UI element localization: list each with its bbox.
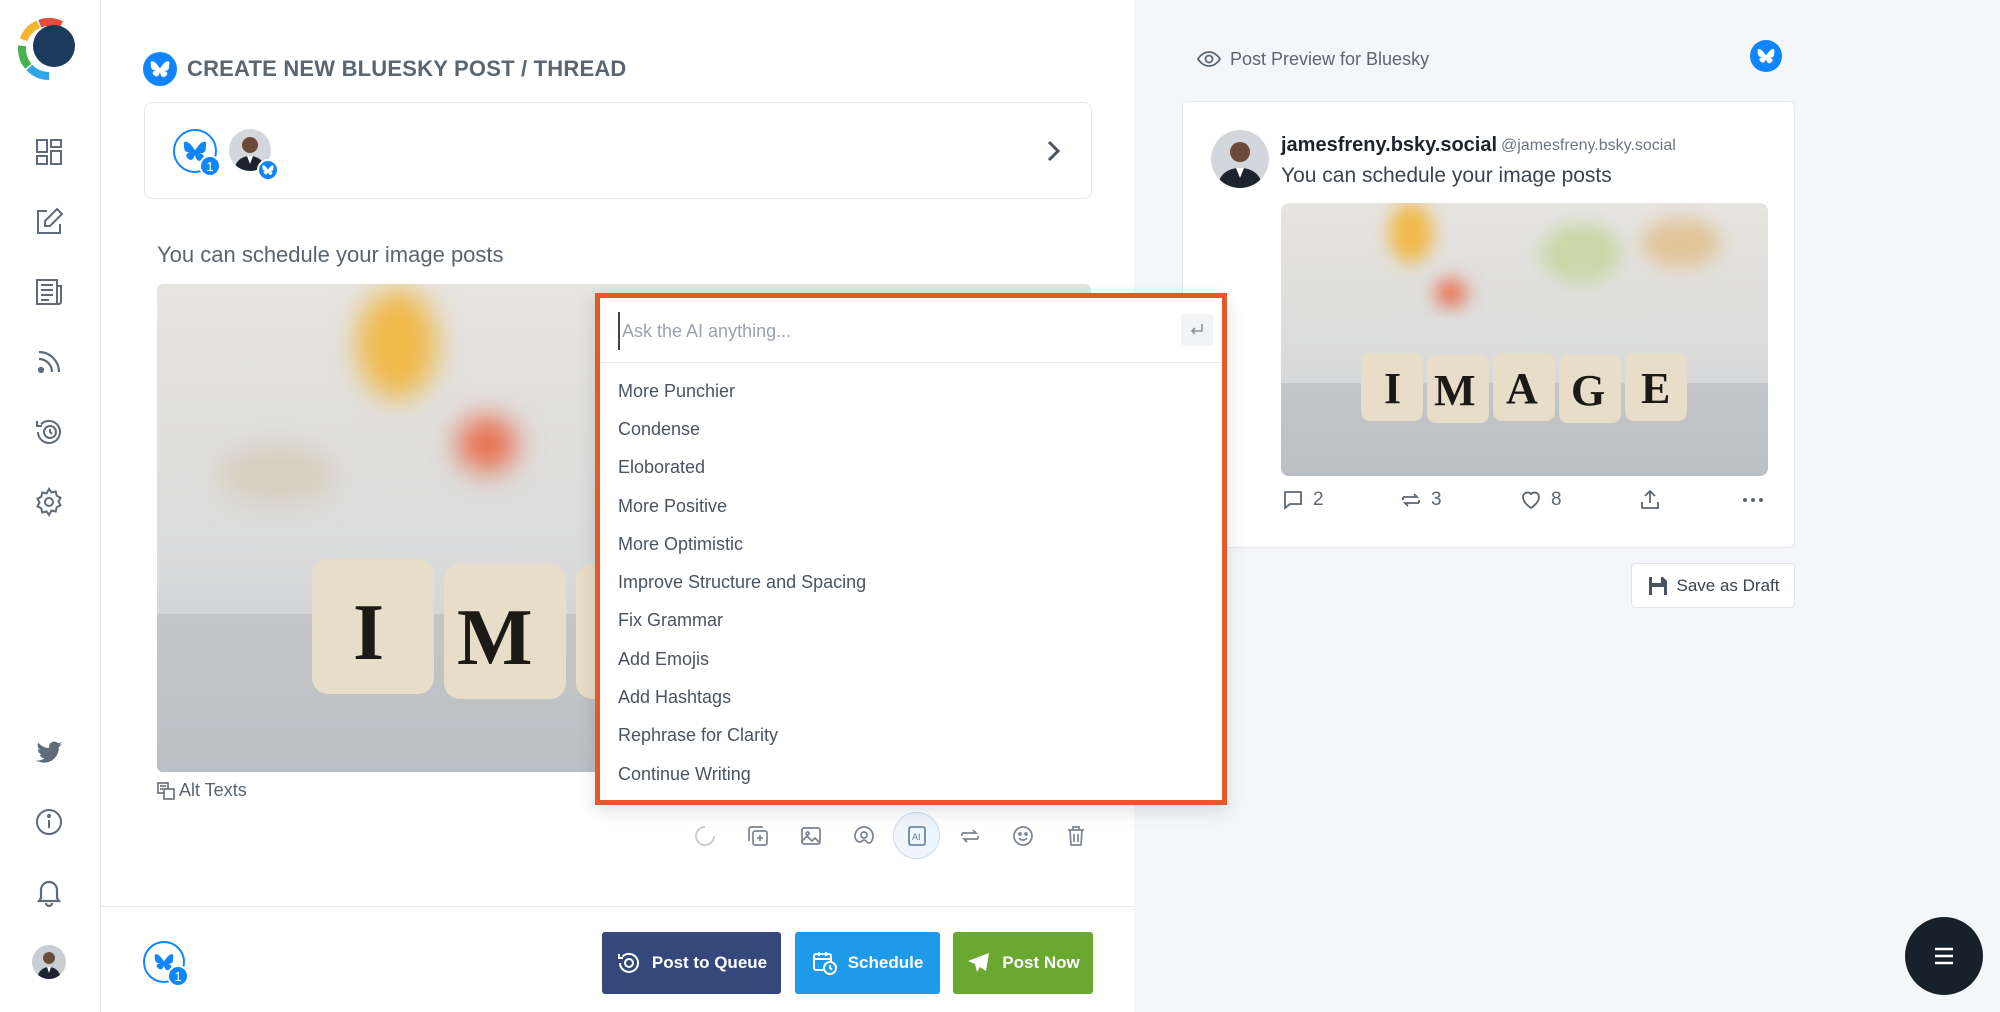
account-count-badge: 1 [199,155,221,177]
post-to-queue-label: Post to Queue [651,953,768,972]
trash-icon[interactable] [1052,812,1099,859]
twitter-icon[interactable] [30,733,68,771]
send-icon [968,953,990,972]
action-footer: 1 Post to Queue Schedule Post Now [101,906,1134,1012]
user-avatar[interactable] [32,945,66,979]
ai-option[interactable]: Eloborated [600,449,1222,487]
repost-icon [1402,493,1420,507]
info-icon[interactable] [30,803,68,841]
ai-input-row [600,298,1222,363]
ai-option[interactable]: Fix Grammar [600,602,1222,640]
svg-text:M: M [457,594,533,682]
preview-post-text: You can schedule your image posts [1281,164,1612,187]
schedule-button[interactable]: Schedule [795,932,940,994]
svg-text:I: I [353,589,384,677]
menu-fab[interactable] [1905,917,1983,995]
post-preview-card: jamesfreny.bsky.social @jamesfreny.bsky.… [1182,101,1795,548]
calendar-clock-icon [812,952,837,975]
ai-option[interactable]: Add Hashtags [600,678,1222,716]
preview-display-name: jamesfreny.bsky.social [1281,134,1498,156]
ai-option[interactable]: Improve Structure and Spacing [600,563,1222,601]
dashboard-icon[interactable] [30,133,68,171]
schedule-label: Schedule [847,953,924,972]
editor-toolbar: AI [681,812,1099,859]
alt-texts-button[interactable]: Alt Texts [157,780,247,801]
post-now-button[interactable]: Post Now [953,932,1093,994]
comment-icon [1284,491,1302,510]
settings-icon[interactable] [30,483,68,521]
loading-spinner-icon [681,812,728,859]
save-as-draft-label: Save as Draft [1676,575,1780,595]
svg-text:G: G [1571,366,1605,415]
heart-icon [1522,491,1540,510]
ai-assistant-dropdown: More Punchier Condense Eloborated More P… [595,293,1227,805]
alt-texts-label: Alt Texts [179,780,247,800]
save-icon [1648,576,1667,595]
repost-action[interactable]: 3 [1399,488,1442,512]
ai-option[interactable]: Add Emojis [600,640,1222,678]
preview-handle: @jamesfreny.bsky.social [1501,137,1676,154]
bluesky-icon [143,52,177,86]
eye-icon [1196,51,1222,67]
svg-text:A: A [1506,364,1538,413]
ai-assistant-icon[interactable]: AI [893,812,940,859]
more-options-icon[interactable] [1741,488,1765,512]
add-thread-icon[interactable] [734,812,781,859]
svg-text:E: E [1641,364,1670,413]
app-logo[interactable] [18,18,80,80]
rss-icon[interactable] [30,343,68,381]
repost-count: 3 [1431,489,1442,510]
svg-text:I: I [1384,364,1401,413]
ai-option[interactable]: Condense [600,410,1222,448]
ai-prompt-input[interactable] [618,312,1158,350]
preview-bluesky-icon [1750,40,1782,72]
repost-icon[interactable] [946,812,993,859]
ai-options-list: More Punchier Condense Eloborated More P… [600,372,1222,793]
like-action[interactable]: 8 [1519,488,1562,512]
preview-actions: 2 3 8 [1281,488,1768,518]
alt-text-icon [157,781,175,800]
like-count: 8 [1551,489,1562,510]
reply-count: 2 [1313,489,1324,510]
post-to-queue-button[interactable]: Post to Queue [602,932,781,994]
save-as-draft-button[interactable]: Save as Draft [1631,563,1795,608]
ai-option[interactable]: More Punchier [600,372,1222,410]
image-icon[interactable] [787,812,834,859]
footer-count-badge: 1 [167,965,189,987]
queue-icon [617,952,639,973]
queue-icon[interactable] [30,413,68,451]
page-title: CREATE NEW BLUESKY POST / THREAD [143,52,627,86]
bell-icon[interactable] [30,873,68,911]
bluesky-account-group[interactable]: 1 [173,129,221,177]
ai-option[interactable]: Continue Writing [600,755,1222,793]
canva-icon[interactable] [840,812,887,859]
emoji-icon[interactable] [999,812,1046,859]
preview-header-label: Post Preview for Bluesky [1230,48,1430,69]
posts-icon[interactable] [30,273,68,311]
account-selector[interactable]: 1 [144,102,1092,199]
compose-icon[interactable] [30,203,68,241]
ai-option[interactable]: More Positive [600,487,1222,525]
preview-image: I M A G E [1281,203,1768,476]
svg-text:AI: AI [912,832,921,842]
enter-icon[interactable] [1181,314,1213,346]
svg-text:M: M [1434,366,1476,415]
preview-header: Post Preview for Bluesky [1196,46,1429,72]
chevron-right-icon[interactable] [1039,137,1067,165]
sidebar [0,0,101,1012]
page-title-text: CREATE NEW BLUESKY POST / THREAD [187,56,627,81]
preview-panel: Post Preview for Bluesky jamesfreny.bsky… [1134,0,2000,1012]
post-now-label: Post Now [1002,953,1080,972]
footer-bluesky-icon[interactable]: 1 [143,941,189,987]
ai-option[interactable]: Rephrase for Clarity [600,717,1222,755]
share-icon[interactable] [1638,488,1662,512]
ai-option[interactable]: More Optimistic [600,525,1222,563]
preview-avatar [1211,130,1269,188]
post-text[interactable]: You can schedule your image posts [157,242,504,268]
hamburger-icon [1935,947,1953,965]
reply-action[interactable]: 2 [1281,488,1324,512]
account-bluesky-badge-icon [257,159,279,181]
